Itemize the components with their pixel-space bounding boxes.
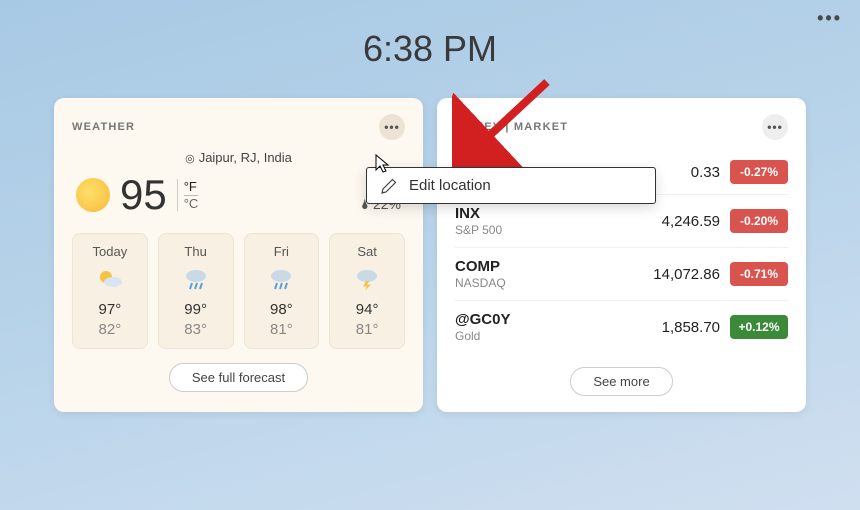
forecast-high: 99° xyxy=(163,301,229,318)
forecast-high: 98° xyxy=(249,301,315,318)
weather-title: WEATHER xyxy=(72,121,135,133)
edit-location-label: Edit location xyxy=(409,177,491,194)
unit-celsius[interactable]: °C xyxy=(184,196,199,211)
weather-location[interactable]: Jaipur, RJ, India xyxy=(72,150,405,165)
edit-location-menu-item[interactable]: Edit location xyxy=(366,167,656,204)
annotation-arrow xyxy=(452,72,562,182)
weather-more-button[interactable]: ••• xyxy=(379,114,405,140)
forecast-icon xyxy=(163,265,229,293)
market-ticker: INX xyxy=(455,205,636,222)
market-name: S&P 500 xyxy=(455,223,636,237)
market-pct: -0.20% xyxy=(730,209,788,233)
market-value: 1,858.70 xyxy=(636,319,720,336)
page-more-button[interactable]: ••• xyxy=(817,8,842,29)
market-row[interactable]: COMPNASDAQ14,072.86 -0.71% xyxy=(455,247,788,300)
market-pct: -0.71% xyxy=(730,262,788,286)
market-value: 4,246.59 xyxy=(636,213,720,230)
forecast-day-label: Today xyxy=(77,244,143,259)
forecast-low: 81° xyxy=(249,321,315,338)
market-value: 14,072.86 xyxy=(636,266,720,283)
forecast-day[interactable]: Fri 98° 81° xyxy=(244,233,320,349)
forecast-icon xyxy=(77,265,143,293)
forecast-day[interactable]: Sat 94° 81° xyxy=(329,233,405,349)
forecast-day[interactable]: Today 97° 82° xyxy=(72,233,148,349)
clock: 6:38 PM xyxy=(0,0,860,70)
forecast-low: 82° xyxy=(77,321,143,338)
forecast-icon xyxy=(249,265,315,293)
forecast-day[interactable]: Thu 99° 83° xyxy=(158,233,234,349)
forecast-day-label: Sat xyxy=(334,244,400,259)
market-name: NASDAQ xyxy=(455,276,636,290)
forecast-low: 81° xyxy=(334,321,400,338)
see-more-market-button[interactable]: See more xyxy=(570,367,672,396)
forecast-day-label: Thu xyxy=(163,244,229,259)
market-ticker: @GC0Y xyxy=(455,311,636,328)
forecast-row: Today 97° 82° Thu 99° 83° Fri 98° 81° Sat 94° 81° xyxy=(72,233,405,349)
market-ticker: COMP xyxy=(455,258,636,275)
market-pct: +0.12% xyxy=(730,315,788,339)
market-pct: -0.27% xyxy=(730,160,788,184)
market-name: Gold xyxy=(455,329,636,343)
current-temp: 95 xyxy=(120,171,167,219)
market-more-button[interactable]: ••• xyxy=(762,114,788,140)
forecast-high: 97° xyxy=(77,301,143,318)
cursor-icon xyxy=(373,153,393,177)
unit-fahrenheit[interactable]: °F xyxy=(184,179,199,196)
pencil-icon xyxy=(381,178,397,194)
see-full-forecast-button[interactable]: See full forecast xyxy=(169,363,308,392)
forecast-high: 94° xyxy=(334,301,400,318)
market-row[interactable]: @GC0YGold1,858.70 +0.12% xyxy=(455,300,788,353)
weather-widget: WEATHER ••• Jaipur, RJ, India 95 °F °C H… xyxy=(54,98,423,412)
forecast-day-label: Fri xyxy=(249,244,315,259)
forecast-icon xyxy=(334,265,400,293)
widget-row: WEATHER ••• Jaipur, RJ, India 95 °F °C H… xyxy=(0,70,860,412)
forecast-low: 83° xyxy=(163,321,229,338)
sun-icon xyxy=(76,178,110,212)
